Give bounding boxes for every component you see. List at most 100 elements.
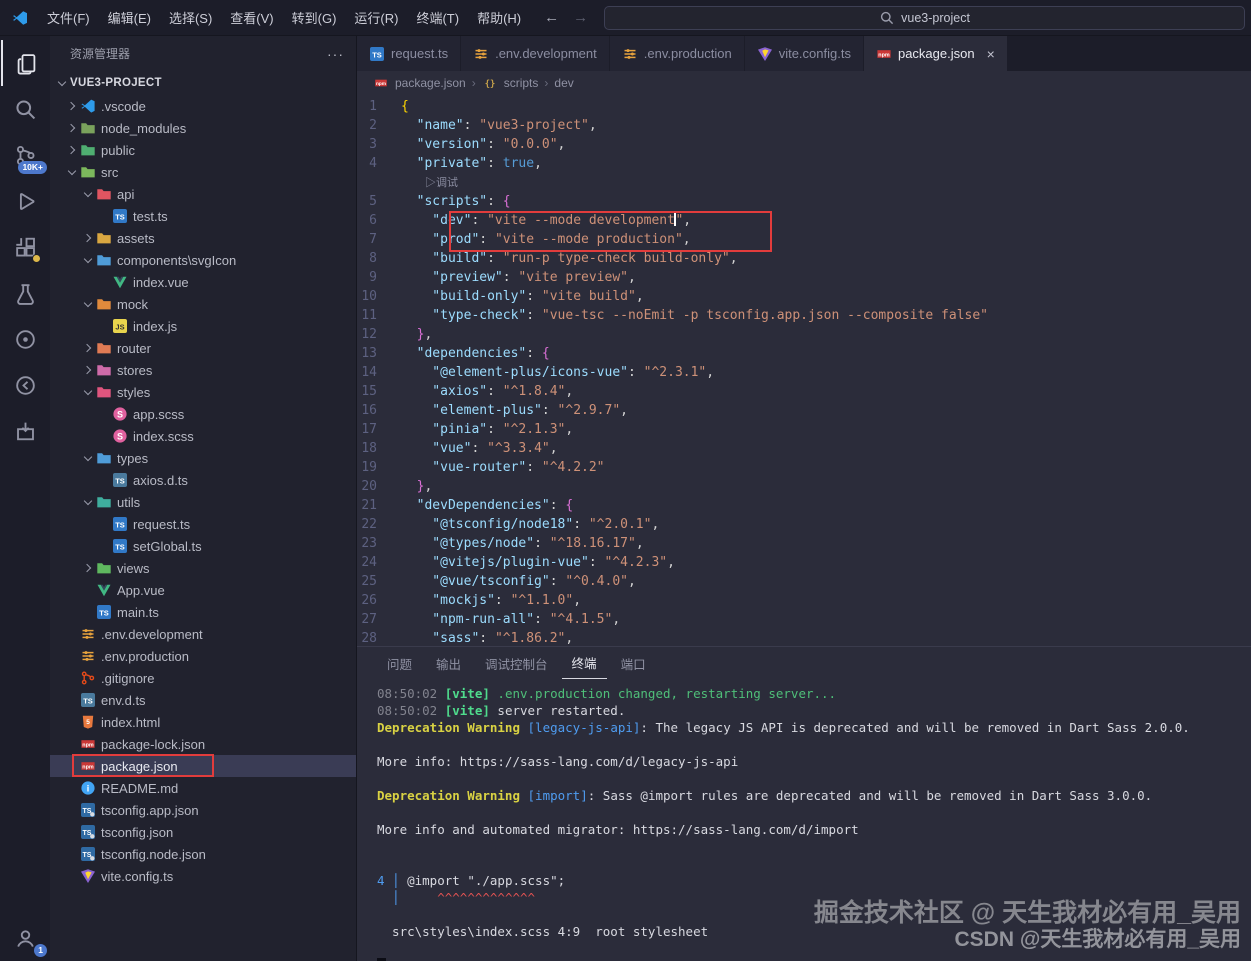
tree-item-components-svgicon[interactable]: components\svgIcon — [50, 249, 356, 271]
tree-item-tsconfig.json[interactable]: TS tsconfig.json — [50, 821, 356, 843]
code-line[interactable]: 2 "name": "vue3-project", — [357, 116, 1251, 135]
tree-item-styles[interactable]: styles — [50, 381, 356, 403]
code-line[interactable]: 19 "vue-router": "^4.2.2" — [357, 458, 1251, 477]
tab-.env.development[interactable]: .env.development — [461, 36, 610, 71]
breadcrumb-item[interactable]: package.json — [395, 76, 466, 90]
activitybar-source-control-button[interactable]: 10K+ — [1, 132, 49, 178]
code-line[interactable]: 11 "type-check": "vue-tsc --noEmit -p ts… — [357, 306, 1251, 325]
code-line[interactable]: 4 "private": true, — [357, 154, 1251, 173]
tree-item-package.json[interactable]: npm package.json — [50, 754, 356, 777]
code-line[interactable]: 10 "build-only": "vite build", — [357, 287, 1251, 306]
activitybar-explorer-button[interactable] — [1, 40, 49, 86]
tree-item-stores[interactable]: stores — [50, 359, 356, 381]
tab-package.json[interactable]: npm package.json × — [863, 36, 1008, 71]
tree-item-.gitignore[interactable]: .gitignore — [50, 667, 356, 689]
tree-item-tsconfig.node.json[interactable]: TS tsconfig.node.json — [50, 843, 356, 865]
tree-item-.vscode[interactable]: .vscode — [50, 95, 356, 117]
code-line[interactable]: 28 "sass": "^1.86.2", — [357, 629, 1251, 646]
codelens-debug-action[interactable]: ▷调试 — [401, 177, 458, 189]
forward-icon[interactable]: → — [573, 9, 588, 26]
tree-item-src[interactable]: src — [50, 161, 356, 183]
tree-item-router[interactable]: router — [50, 337, 356, 359]
tree-item-main.ts[interactable]: TS main.ts — [50, 601, 356, 623]
activitybar-extension-c-button[interactable] — [1, 408, 49, 454]
tree-item-tsconfig.app.json[interactable]: TS tsconfig.app.json — [50, 799, 356, 821]
tab-vite.config.ts[interactable]: vite.config.ts — [744, 36, 864, 71]
tree-item-utils[interactable]: utils — [50, 491, 356, 513]
code-line[interactable]: 3 "version": "0.0.0", — [357, 135, 1251, 154]
code-line[interactable]: 1{ — [357, 97, 1251, 116]
panel-tab-输出[interactable]: 输出 — [426, 648, 471, 679]
code-editor[interactable]: 1{2 "name": "vue3-project", 3 "version": … — [357, 95, 1251, 646]
tree-item-.env.development[interactable]: .env.development — [50, 623, 356, 645]
tree-item-node-modules[interactable]: node_modules — [50, 117, 356, 139]
menu-item[interactable]: 文件(F) — [38, 0, 99, 35]
activitybar-extension-b-button[interactable] — [1, 362, 49, 408]
back-icon[interactable]: ← — [544, 9, 559, 26]
code-line[interactable]: 18 "vue": "^3.3.4", — [357, 439, 1251, 458]
tree-item-api[interactable]: api — [50, 183, 356, 205]
activitybar-search-button[interactable] — [1, 86, 49, 132]
code-line[interactable]: 5 "scripts": { — [357, 192, 1251, 211]
tree-item-setglobal.ts[interactable]: TS setGlobal.ts — [50, 535, 356, 557]
menu-item[interactable]: 选择(S) — [160, 0, 221, 35]
activitybar-extension-a-button[interactable] — [1, 316, 49, 362]
panel-tab-终端[interactable]: 终端 — [561, 647, 607, 679]
code-line[interactable]: 13 "dependencies": { — [357, 344, 1251, 363]
tree-item-public[interactable]: public — [50, 139, 356, 161]
tree-item-axios.d.ts[interactable]: TS axios.d.ts — [50, 469, 356, 491]
tree-item-env.d.ts[interactable]: TS env.d.ts — [50, 689, 356, 711]
tree-item-assets[interactable]: assets — [50, 227, 356, 249]
code-line[interactable]: 12 }, — [357, 325, 1251, 344]
project-root-item[interactable]: VUE3-PROJECT — [50, 71, 356, 95]
code-line[interactable]: 15 "axios": "^1.8.4", — [357, 382, 1251, 401]
code-line[interactable]: 17 "pinia": "^2.1.3", — [357, 420, 1251, 439]
code-line[interactable]: 27 "npm-run-all": "^4.1.5", — [357, 610, 1251, 629]
menu-item[interactable]: 终端(T) — [407, 0, 468, 35]
tree-item-readme.md[interactable]: i README.md — [50, 777, 356, 799]
tab-request.ts[interactable]: TS request.ts — [357, 36, 462, 71]
code-line[interactable]: 21 "devDependencies": { — [357, 496, 1251, 515]
panel-tab-调试控制台[interactable]: 调试控制台 — [475, 648, 558, 679]
close-icon[interactable]: × — [987, 46, 995, 62]
activitybar-extensions-button[interactable] — [1, 224, 49, 270]
activitybar-testing-button[interactable] — [1, 270, 49, 316]
code-line[interactable]: 20 }, — [357, 477, 1251, 496]
code-line[interactable]: 24 "@vitejs/plugin-vue": "^4.2.3", — [357, 553, 1251, 572]
terminal[interactable]: 08:50:02 [vite] .env.production changed,… — [357, 679, 1251, 961]
code-line[interactable]: 16 "element-plus": "^2.9.7", — [357, 401, 1251, 420]
menu-item[interactable]: 运行(R) — [345, 0, 407, 35]
tree-item-index.scss[interactable]: Sindex.scss — [50, 425, 356, 447]
tree-item-index.html[interactable]: 5 index.html — [50, 711, 356, 733]
tree-item-test.ts[interactable]: TS test.ts — [50, 205, 356, 227]
tab-.env.production[interactable]: .env.production — [609, 36, 745, 71]
code-line[interactable]: 8 "build": "run-p type-check build-only"… — [357, 249, 1251, 268]
activitybar-account-button[interactable]: 1 — [1, 915, 49, 961]
breadcrumb-item[interactable]: dev — [554, 76, 573, 90]
tree-item-views[interactable]: views — [50, 557, 356, 579]
command-search-input[interactable]: vue3-project — [604, 5, 1245, 30]
breadcrumb-item[interactable]: scripts — [504, 76, 539, 90]
code-line[interactable]: 9 "preview": "vite preview", — [357, 268, 1251, 287]
tree-item-package-lock.json[interactable]: npm package-lock.json — [50, 733, 356, 755]
tree-item-request.ts[interactable]: TS request.ts — [50, 513, 356, 535]
tree-item-mock[interactable]: mock — [50, 293, 356, 315]
menu-item[interactable]: 查看(V) — [221, 0, 282, 35]
tree-item-types[interactable]: types — [50, 447, 356, 469]
menu-item[interactable]: 转到(G) — [283, 0, 346, 35]
code-line[interactable]: 14 "@element-plus/icons-vue": "^2.3.1", — [357, 363, 1251, 382]
codelens-line[interactable]: ▷调试 — [357, 173, 1251, 192]
activitybar-run-debug-button[interactable] — [1, 178, 49, 224]
code-line[interactable]: 6 "dev": "vite --mode development", — [357, 211, 1251, 230]
code-line[interactable]: 22 "@tsconfig/node18": "^2.0.1", — [357, 515, 1251, 534]
tree-item-index.vue[interactable]: index.vue — [50, 271, 356, 293]
menu-item[interactable]: 帮助(H) — [468, 0, 530, 35]
code-line[interactable]: 23 "@types/node": "^18.16.17", — [357, 534, 1251, 553]
tree-item-index.js[interactable]: JS index.js — [50, 315, 356, 337]
panel-tab-端口[interactable]: 端口 — [611, 648, 656, 679]
code-line[interactable]: 7 "prod": "vite --mode production", — [357, 230, 1251, 249]
tree-item-app.vue[interactable]: App.vue — [50, 579, 356, 601]
code-line[interactable]: 25 "@vue/tsconfig": "^0.4.0", — [357, 572, 1251, 591]
explorer-actions-button[interactable]: ··· — [327, 46, 344, 62]
tree-item-app.scss[interactable]: Sapp.scss — [50, 403, 356, 425]
